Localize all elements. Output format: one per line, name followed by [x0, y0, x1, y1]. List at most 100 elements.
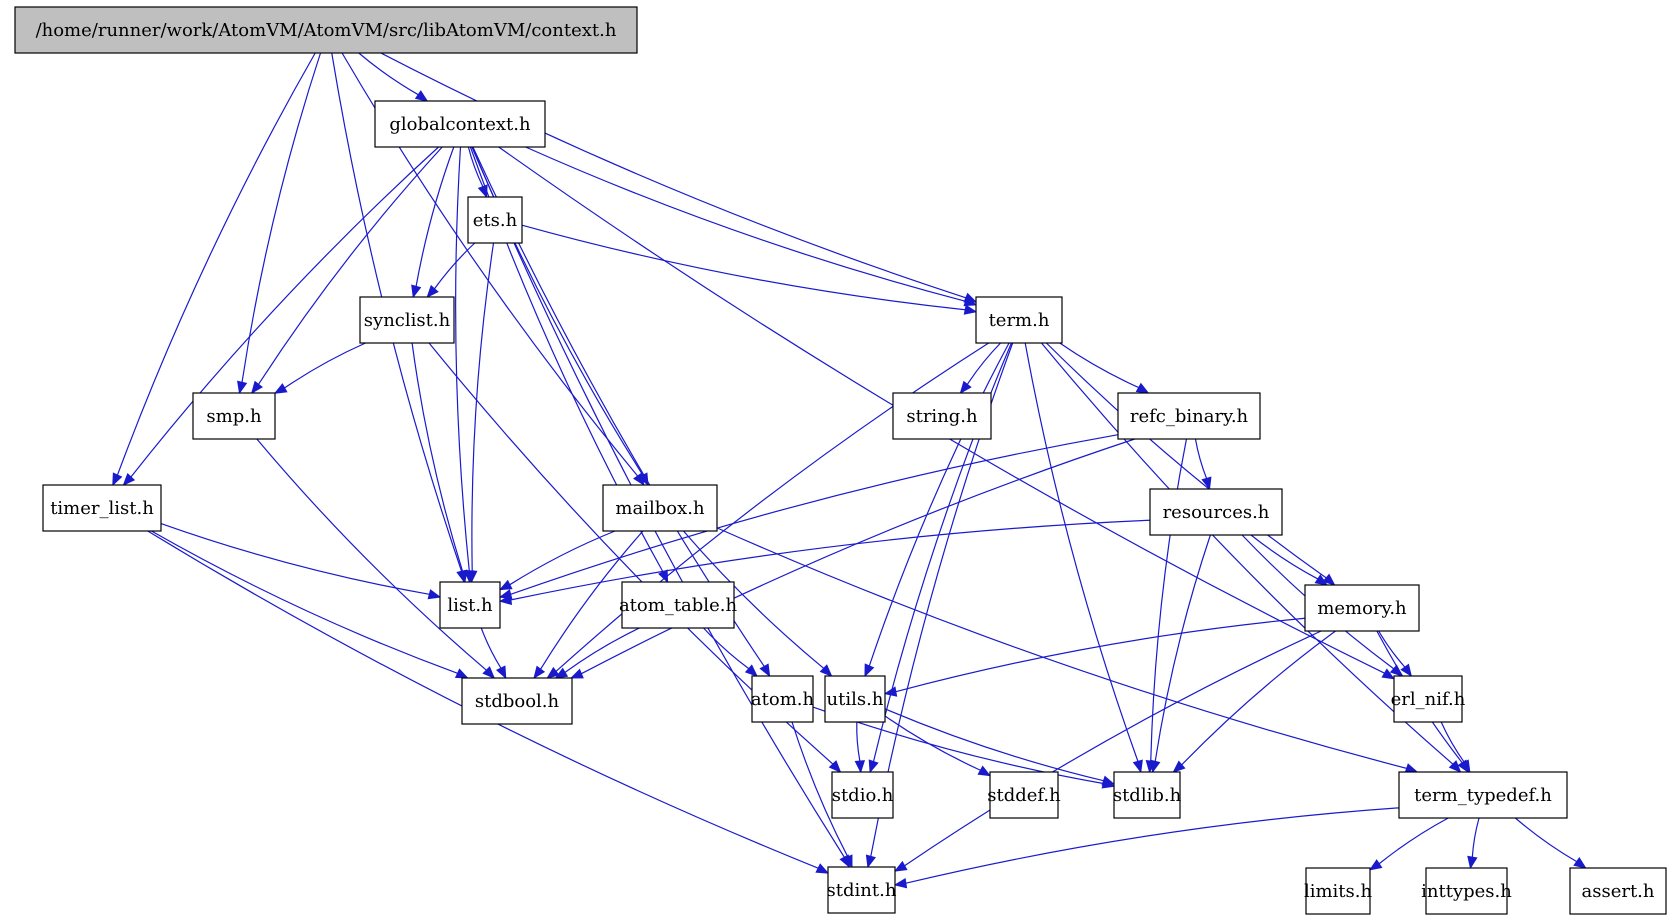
node-label: stdio.h — [832, 785, 894, 806]
node-term[interactable]: term.h — [975, 296, 1063, 344]
arrowhead-icon — [1573, 857, 1587, 869]
node-label: stdlib.h — [1113, 785, 1182, 806]
node-smp[interactable]: smp.h — [192, 392, 276, 440]
arrowhead-icon — [1404, 763, 1419, 774]
edge-term_typedef-to-limits — [1368, 817, 1449, 871]
node-synclist[interactable]: synclist.h — [359, 296, 455, 344]
arrowhead-icon — [570, 668, 584, 679]
edges-layer — [112, 52, 1587, 889]
node-context[interactable]: /home/runner/work/AtomVM/AtomVM/src/libA… — [14, 6, 638, 54]
node-utils[interactable]: utils.h — [824, 675, 886, 723]
node-globalcontext[interactable]: globalcontext.h — [374, 100, 546, 148]
edge-resources-to-memory — [1250, 534, 1329, 586]
node-list[interactable]: list.h — [439, 581, 501, 629]
arrowhead-icon — [868, 759, 879, 774]
node-label: memory.h — [1317, 598, 1407, 619]
edge-line — [151, 530, 458, 674]
edge-line — [904, 630, 1322, 867]
edge-timer_list-to-stdbool — [151, 530, 469, 679]
edge-utils-to-stdio — [854, 721, 866, 774]
node-label: stdint.h — [827, 880, 897, 901]
node-label: stddef.h — [987, 785, 1061, 806]
node-label: timer_list.h — [50, 498, 154, 519]
edge-line — [480, 627, 502, 669]
arrowhead-icon — [1368, 859, 1383, 871]
edge-ets-to-list — [467, 242, 495, 584]
edge-resources-to-stdlib — [1150, 534, 1211, 774]
arrowhead-icon — [414, 90, 429, 102]
edge-resources-to-list — [498, 519, 1151, 606]
node-string[interactable]: string.h — [892, 392, 992, 440]
edge-line — [856, 721, 861, 762]
edge-context-to-term — [380, 52, 978, 303]
edge-line — [703, 627, 750, 670]
edge-context-to-smp — [237, 52, 322, 395]
node-label: string.h — [906, 406, 978, 427]
node-label: limits.h — [1304, 881, 1373, 902]
node-label: term_typedef.h — [1414, 785, 1552, 806]
node-assert[interactable]: assert.h — [1569, 867, 1667, 915]
node-memory[interactable]: memory.h — [1304, 584, 1420, 632]
edge-context-to-globalcontext — [358, 52, 429, 102]
edge-line — [455, 146, 470, 572]
arrowhead-icon — [273, 383, 288, 394]
node-stdbool[interactable]: stdbool.h — [461, 677, 573, 725]
edge-timer_list-to-list — [160, 522, 442, 600]
edge-line — [521, 224, 966, 311]
edge-synclist-to-smp — [273, 342, 366, 394]
arrowhead-icon — [498, 579, 513, 591]
edge-line — [510, 519, 1151, 601]
arrowhead-icon — [1101, 775, 1116, 786]
edge-line — [434, 242, 476, 290]
node-refc-binary[interactable]: refc_binary.h — [1117, 392, 1261, 440]
edge-line — [258, 146, 443, 385]
edge-globalcontext-to-term — [525, 146, 978, 307]
arrowhead-icon — [854, 760, 866, 774]
arrowhead-icon — [1389, 664, 1403, 677]
edge-line — [415, 146, 455, 287]
node-label: term.h — [989, 310, 1050, 331]
edge-line — [1181, 630, 1336, 766]
arrowhead-icon — [495, 665, 507, 680]
node-stdint[interactable]: stdint.h — [827, 866, 897, 914]
node-inttypes[interactable]: inttypes.h — [1421, 867, 1512, 915]
node-stdlib[interactable]: stdlib.h — [1113, 771, 1182, 819]
edge-term-to-string — [959, 342, 1001, 395]
node-mailbox[interactable]: mailbox.h — [602, 484, 718, 532]
edge-line — [1250, 534, 1319, 580]
arrowhead-icon — [865, 854, 876, 869]
arrowhead-icon — [112, 472, 123, 487]
edge-line — [510, 434, 1119, 595]
node-label: mailbox.h — [615, 498, 705, 519]
node-limits[interactable]: limits.h — [1304, 867, 1373, 915]
node-ets[interactable]: ets.h — [467, 196, 523, 244]
edge-line — [1514, 817, 1577, 863]
include-dependency-graph: /home/runner/work/AtomVM/AtomVM/src/libA… — [14, 6, 1667, 915]
edge-line — [1471, 817, 1480, 858]
node-label: refc_binary.h — [1130, 406, 1249, 427]
edge-line — [241, 52, 322, 383]
edge-line — [358, 52, 419, 96]
node-timer-list[interactable]: timer_list.h — [42, 484, 162, 532]
node-label: atom_table.h — [619, 595, 737, 616]
edge-line — [284, 342, 366, 389]
arrowhead-icon — [1150, 759, 1161, 774]
arrowhead-icon — [759, 663, 771, 678]
node-label: erl_nif.h — [1391, 689, 1466, 710]
node-atom[interactable]: atom.h — [751, 675, 815, 723]
edge-ets-to-term — [521, 224, 978, 315]
node-term-typedef[interactable]: term_typedef.h — [1398, 771, 1568, 819]
arrowhead-icon — [237, 380, 248, 395]
arrowhead-icon — [883, 686, 898, 697]
edge-line — [380, 52, 967, 299]
node-label: list.h — [447, 595, 493, 616]
node-stddef[interactable]: stddef.h — [987, 771, 1061, 819]
node-resources[interactable]: resources.h — [1149, 488, 1283, 536]
arrowhead-icon — [426, 284, 439, 298]
edge-mailbox-to-term_typedef — [716, 527, 1419, 774]
edge-term_typedef-to-inttypes — [1467, 817, 1480, 870]
node-erl-nif[interactable]: erl_nif.h — [1391, 675, 1466, 723]
node-stdio[interactable]: stdio.h — [831, 771, 894, 819]
edge-line — [884, 708, 1104, 782]
node-atom-table[interactable]: atom_table.h — [619, 581, 737, 629]
